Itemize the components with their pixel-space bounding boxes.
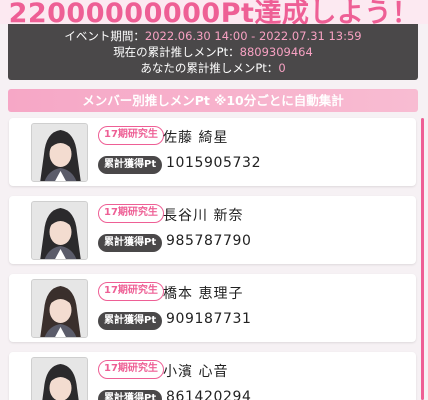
member-name: 小濱 心音	[163, 364, 229, 380]
event-info-panel: イベント期間：2022.06.30 14:00 - 2022.07.31 13:…	[8, 24, 418, 80]
points-label: 累計獲得Pt	[98, 234, 163, 252]
member-photo	[31, 123, 88, 182]
generation-badge: 17期研究生	[98, 360, 164, 379]
points-label: 累計獲得Pt	[98, 312, 163, 330]
scrollbar[interactable]	[421, 118, 424, 400]
member-card[interactable]: 17期研究生 長谷川 新奈 累計獲得Pt 985787790	[9, 196, 416, 264]
total-points-value: 8809309464	[239, 45, 313, 59]
event-period-value: 2022.06.30 14:00 - 2022.07.31 13:59	[144, 29, 362, 43]
section-header: メンバー別推しメンPt ※10分ごとに自動集計	[8, 89, 418, 112]
event-period-label: イベント期間：	[64, 29, 145, 43]
member-name: 長谷川 新奈	[163, 208, 244, 224]
goal-text: 22000000000Pt達成しよう！	[8, 0, 420, 24]
goal-banner: 22000000000Pt達成しよう！	[0, 0, 428, 24]
member-card[interactable]: 17期研究生 小濱 心音 累計獲得Pt 861420294	[9, 352, 416, 400]
your-points-value: 0	[278, 61, 286, 75]
member-card[interactable]: 17期研究生 佐藤 綺星 累計獲得Pt 1015905732	[9, 118, 416, 186]
generation-badge: 17期研究生	[98, 126, 164, 145]
member-name: 佐藤 綺星	[163, 130, 229, 146]
points-value: 861420294	[166, 389, 252, 400]
event-period-row: イベント期間：2022.06.30 14:00 - 2022.07.31 13:…	[8, 28, 418, 44]
points-value: 985787790	[166, 233, 252, 249]
generation-badge: 17期研究生	[98, 282, 164, 301]
member-photo	[31, 357, 88, 400]
member-name: 橋本 恵理子	[163, 286, 244, 302]
points-label: 累計獲得Pt	[98, 390, 163, 400]
member-card[interactable]: 17期研究生 橋本 恵理子 累計獲得Pt 909187731	[9, 274, 416, 342]
your-points-label: あなたの累計推しメンPt：	[140, 61, 279, 75]
points-label: 累計獲得Pt	[98, 156, 163, 174]
points-value: 1015905732	[166, 155, 262, 171]
points-value: 909187731	[166, 311, 252, 327]
member-photo	[31, 279, 88, 338]
your-points-row: あなたの累計推しメンPt：0	[8, 60, 418, 76]
total-points-row: 現在の累計推しメンPt：8809309464	[8, 44, 418, 60]
member-photo	[31, 201, 88, 260]
generation-badge: 17期研究生	[98, 204, 164, 223]
total-points-label: 現在の累計推しメンPt：	[113, 45, 240, 59]
